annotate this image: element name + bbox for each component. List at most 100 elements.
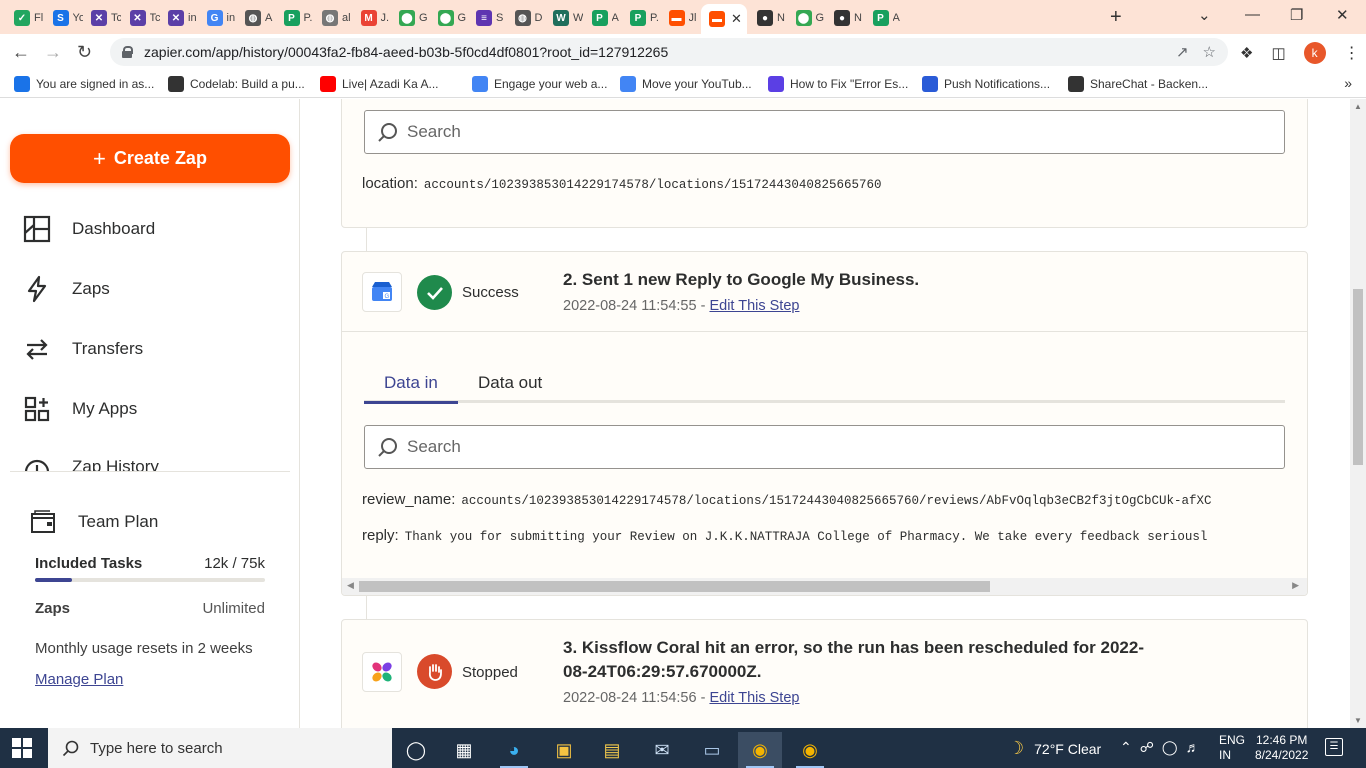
tasks-label: Included Tasks <box>35 555 143 572</box>
edge-icon[interactable]: ◕ <box>492 732 536 768</box>
bookmark-label: Codelab: Build a pu... <box>190 77 305 91</box>
field-value[interactable]: accounts/102393853014229174578/locations… <box>424 178 882 192</box>
new-tab-icon[interactable]: + <box>1110 6 1122 29</box>
scroll-right-icon[interactable]: ▶ <box>1292 580 1299 591</box>
scrollbar-thumb[interactable] <box>359 581 990 592</box>
p-logo-icon: P <box>283 10 300 26</box>
browser-tab[interactable]: ◍ A <box>237 4 275 32</box>
nav-transfers[interactable]: Transfers <box>22 329 292 369</box>
close-tab-icon[interactable]: ✕ <box>731 11 742 27</box>
browser-tab[interactable]: ✕ Tc <box>122 4 160 32</box>
extensions-puzzle-icon[interactable]: ❖ <box>1240 44 1253 62</box>
step-connector <box>366 596 367 619</box>
app-icon[interactable]: ▭ <box>690 732 734 768</box>
share-icon[interactable]: ↗ <box>1176 43 1189 61</box>
nav-dashboard[interactable]: Dashboard <box>22 209 292 249</box>
bookmark-item[interactable]: Move your YouTub... <box>620 76 752 92</box>
browser-tab[interactable]: ◍ D <box>507 4 545 32</box>
cortana-icon[interactable]: ◯ <box>394 732 438 768</box>
taskbar-search[interactable]: Type here to search <box>48 728 392 768</box>
minimize-icon[interactable]: — <box>1245 6 1260 23</box>
close-window-icon[interactable]: ✕ <box>1336 6 1349 24</box>
address-bar[interactable]: zapier.com/app/history/00043fa2-fb84-aee… <box>110 38 1228 66</box>
field-value[interactable]: Thank you for submitting your Review on … <box>405 530 1208 544</box>
edit-step-link[interactable]: Edit This Step <box>709 298 799 314</box>
tab-data-in[interactable]: Data in <box>384 373 438 393</box>
page-scrollbar[interactable]: ▲ ▼ <box>1350 99 1366 728</box>
profile-avatar[interactable]: k <box>1303 42 1326 64</box>
mail-icon[interactable]: ✉ <box>640 732 684 768</box>
browser-tab[interactable]: ✕ in <box>160 4 198 32</box>
browser-tab[interactable]: ⬤ G <box>391 4 429 32</box>
windows-taskbar: Type here to search ◯ ▦ ◕ ▣ ▤ ✉ ▭ ◉ ◉ ☽ … <box>0 728 1366 768</box>
language-indicator[interactable]: ENG IN <box>1219 733 1245 763</box>
browser-tab[interactable]: S Yo <box>45 4 83 32</box>
nav-my-apps[interactable]: My Apps <box>22 389 292 429</box>
browser-tab[interactable]: ⬤ G <box>788 4 826 32</box>
browser-tab[interactable]: ⬤ G <box>430 4 468 32</box>
create-zap-button[interactable]: + Create Zap <box>10 134 290 183</box>
search-input[interactable]: Search <box>364 425 1285 469</box>
bookmark-item[interactable]: Live| Azadi Ka A... <box>320 76 439 92</box>
tab-data-out[interactable]: Data out <box>478 373 542 393</box>
field-value[interactable]: accounts/102393853014229174578/locations… <box>461 494 1211 508</box>
chrome-icon[interactable]: ◉ <box>738 732 782 768</box>
forward-arrow-icon[interactable]: → <box>44 42 62 63</box>
chrome-profile-icon[interactable]: ◉ <box>788 732 832 768</box>
browser-tab[interactable]: P P. <box>622 4 660 32</box>
bookmark-item[interactable]: ShareChat - Backen... <box>1068 76 1208 92</box>
scroll-down-icon[interactable]: ▼ <box>1354 716 1362 725</box>
step-header[interactable]: Stopped 3. Kissflow Coral hit an error, … <box>342 620 1307 728</box>
system-clock[interactable]: 12:46 PM 8/24/2022 <box>1255 733 1308 763</box>
bookmark-item[interactable]: Codelab: Build a pu... <box>168 76 305 92</box>
edit-step-link[interactable]: Edit This Step <box>709 690 799 706</box>
browser-tab[interactable]: PA <box>865 4 903 32</box>
active-browser-tab[interactable]: ▬ ✕ <box>701 4 747 34</box>
notification-icon[interactable]: ☰ <box>1325 738 1343 756</box>
reload-icon[interactable]: ↻ <box>77 42 92 63</box>
side-panel-icon[interactable]: ◫ <box>1271 44 1285 62</box>
scroll-up-icon[interactable]: ▲ <box>1354 102 1362 111</box>
windows-start-icon[interactable] <box>12 738 32 758</box>
restore-icon[interactable]: ❐ <box>1290 6 1303 24</box>
back-arrow-icon[interactable]: ← <box>12 42 30 63</box>
manage-plan-link[interactable]: Manage Plan <box>35 671 123 688</box>
scroll-left-icon[interactable]: ◀ <box>347 580 354 591</box>
browser-tab[interactable]: M J. <box>353 4 391 32</box>
search-input[interactable]: Search <box>364 110 1285 154</box>
bookmark-item[interactable]: You are signed in as... <box>14 76 154 92</box>
browser-tab[interactable]: ● N <box>749 4 787 32</box>
nav-zap-history[interactable]: Zap History <box>22 449 292 471</box>
browser-tab[interactable]: ● N <box>826 4 864 32</box>
browser-tab[interactable]: WW <box>545 4 583 32</box>
bookmarks-overflow-icon[interactable]: » <box>1344 75 1352 91</box>
tab-search-icon[interactable]: ⌄ <box>1198 6 1211 24</box>
dashboard-icon <box>22 214 52 244</box>
weather-widget[interactable]: ☽ 72°F Clear <box>1008 738 1101 759</box>
browser-tab[interactable]: ✓ Fl <box>6 4 44 32</box>
bookmark-item[interactable]: Engage your web a... <box>472 76 607 92</box>
bookmark-star-icon[interactable]: ☆ <box>1203 43 1216 61</box>
browser-tab[interactable]: ≡ S <box>468 4 506 32</box>
tab-title: W <box>573 12 583 24</box>
network-icon[interactable]: ☍ <box>1140 739 1154 756</box>
horizontal-scrollbar[interactable]: ◀ ▶ <box>342 578 1307 595</box>
browser-tab[interactable]: ▬ Jl <box>661 4 699 32</box>
nav-zaps[interactable]: Zaps <box>22 269 292 309</box>
browser-tab[interactable]: ◍ al <box>314 4 352 32</box>
step-header[interactable]: G Success 2. Sent 1 new Reply to Google … <box>342 252 1307 332</box>
file-explorer-icon[interactable]: ▤ <box>590 732 634 768</box>
browser-tab[interactable]: PA <box>584 4 622 32</box>
browser-tab[interactable]: P P. <box>276 4 314 32</box>
browser-tab[interactable]: ✕ Tc <box>83 4 121 32</box>
chevron-up-icon[interactable]: ⌃ <box>1120 739 1132 756</box>
browser-tab[interactable]: Gin <box>199 4 237 32</box>
page-scrollbar-thumb[interactable] <box>1353 289 1363 465</box>
bookmark-item[interactable]: How to Fix "Error Es... <box>768 76 908 92</box>
volume-icon[interactable]: ♬ <box>1186 739 1200 756</box>
browser-menu-icon[interactable]: ⋮ <box>1344 43 1360 63</box>
bookmark-item[interactable]: Push Notifications... <box>922 76 1050 92</box>
globe-icon[interactable]: ◯ <box>1162 739 1178 756</box>
task-view-icon[interactable]: ▦ <box>442 732 486 768</box>
store-icon[interactable]: ▣ <box>542 732 586 768</box>
